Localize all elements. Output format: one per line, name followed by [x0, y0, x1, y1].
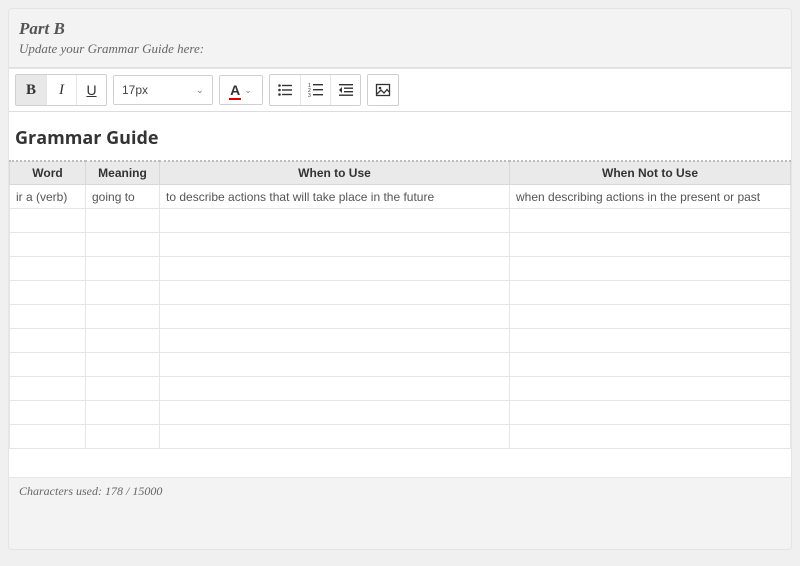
italic-button[interactable]: I [46, 75, 76, 105]
chevron-down-icon: ⌄ [244, 85, 252, 96]
table-row[interactable] [10, 425, 791, 449]
table-row[interactable] [10, 353, 791, 377]
cell-meaning[interactable] [86, 401, 160, 425]
cell-meaning[interactable] [86, 377, 160, 401]
chevron-down-icon: ⌄ [196, 85, 204, 96]
image-button[interactable] [368, 75, 398, 105]
cell-notuse[interactable] [510, 353, 791, 377]
cell-use[interactable]: to describe actions that will take place… [160, 185, 510, 209]
cell-notuse[interactable] [510, 305, 791, 329]
table-row[interactable] [10, 329, 791, 353]
cell-use[interactable] [160, 329, 510, 353]
cell-use[interactable] [160, 257, 510, 281]
cell-word[interactable] [10, 353, 86, 377]
image-icon [375, 82, 391, 98]
cell-word[interactable] [10, 377, 86, 401]
outdent-icon [338, 82, 354, 98]
cell-use[interactable] [160, 233, 510, 257]
editor-panel: Part B Update your Grammar Guide here: B… [8, 8, 792, 550]
col-word-header: Word [10, 161, 86, 185]
cell-notuse[interactable] [510, 377, 791, 401]
cell-meaning[interactable] [86, 305, 160, 329]
table-row[interactable] [10, 401, 791, 425]
cell-word[interactable] [10, 257, 86, 281]
cell-meaning[interactable] [86, 233, 160, 257]
table-row[interactable] [10, 209, 791, 233]
cell-notuse[interactable] [510, 281, 791, 305]
italic-icon: I [59, 82, 64, 99]
rich-text-toolbar: B I U 17px ⌄ A ⌄ 1 2 [9, 68, 791, 112]
character-count: Characters used: 178 / 15000 [9, 478, 791, 499]
col-use-header: When to Use [160, 161, 510, 185]
cell-notuse[interactable] [510, 233, 791, 257]
cell-notuse[interactable] [510, 425, 791, 449]
underline-icon: U [86, 82, 96, 98]
part-title: Part B [19, 19, 781, 39]
cell-word[interactable] [10, 305, 86, 329]
cell-use[interactable] [160, 209, 510, 233]
cell-use[interactable] [160, 425, 510, 449]
media-group [367, 74, 399, 106]
table-row[interactable]: ir a (verb)going toto describe actions t… [10, 185, 791, 209]
svg-text:3: 3 [308, 93, 311, 98]
cell-use[interactable] [160, 281, 510, 305]
text-color-icon: A [230, 82, 240, 98]
cell-word[interactable] [10, 329, 86, 353]
cell-word[interactable]: ir a (verb) [10, 185, 86, 209]
cell-use[interactable] [160, 401, 510, 425]
cell-meaning[interactable] [86, 281, 160, 305]
cell-notuse[interactable]: when describing actions in the present o… [510, 185, 791, 209]
cell-meaning[interactable] [86, 425, 160, 449]
table-header-row: Word Meaning When to Use When Not to Use [10, 161, 791, 185]
col-meaning-header: Meaning [86, 161, 160, 185]
table-row[interactable] [10, 233, 791, 257]
cell-notuse[interactable] [510, 329, 791, 353]
cell-notuse[interactable] [510, 257, 791, 281]
bullet-list-icon [277, 82, 293, 98]
bullet-list-button[interactable] [270, 75, 300, 105]
col-notuse-header: When Not to Use [510, 161, 791, 185]
numbered-list-icon: 1 2 3 [308, 82, 324, 98]
table-row[interactable] [10, 377, 791, 401]
grammar-guide-title: Grammar Guide [9, 122, 791, 160]
cell-meaning[interactable] [86, 209, 160, 233]
table-row[interactable] [10, 257, 791, 281]
cell-word[interactable] [10, 425, 86, 449]
table-row[interactable] [10, 281, 791, 305]
cell-notuse[interactable] [510, 401, 791, 425]
text-color-button[interactable]: A ⌄ [219, 75, 263, 105]
bold-icon: B [26, 82, 36, 99]
cell-meaning[interactable] [86, 353, 160, 377]
table-row[interactable] [10, 305, 791, 329]
cell-word[interactable] [10, 401, 86, 425]
editor-content[interactable]: Grammar Guide Word Meaning When to Use W… [9, 112, 791, 478]
panel-subtitle: Update your Grammar Guide here: [19, 41, 781, 57]
cell-use[interactable] [160, 305, 510, 329]
cell-meaning[interactable] [86, 329, 160, 353]
cell-meaning[interactable]: going to [86, 185, 160, 209]
cell-word[interactable] [10, 281, 86, 305]
list-group: 1 2 3 [269, 74, 361, 106]
cell-word[interactable] [10, 209, 86, 233]
cell-meaning[interactable] [86, 257, 160, 281]
panel-header: Part B Update your Grammar Guide here: [9, 19, 791, 57]
style-group: B I U [15, 74, 107, 106]
cell-use[interactable] [160, 377, 510, 401]
bold-button[interactable]: B [16, 75, 46, 105]
cell-notuse[interactable] [510, 209, 791, 233]
grammar-table[interactable]: Word Meaning When to Use When Not to Use… [9, 160, 791, 449]
cell-use[interactable] [160, 353, 510, 377]
font-size-value: 17px [122, 83, 148, 97]
numbered-list-button[interactable]: 1 2 3 [300, 75, 330, 105]
underline-button[interactable]: U [76, 75, 106, 105]
font-size-select[interactable]: 17px ⌄ [113, 75, 213, 105]
cell-word[interactable] [10, 233, 86, 257]
outdent-button[interactable] [330, 75, 360, 105]
